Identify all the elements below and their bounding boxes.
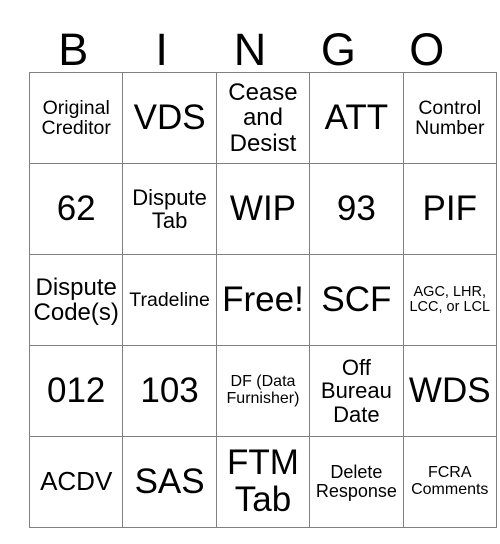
bingo-header-letter-i: I (117, 14, 205, 72)
bingo-cell-i4[interactable]: 103 (122, 345, 217, 437)
bingo-cell-n5[interactable]: FTM Tab (215, 436, 311, 528)
bingo-cell-text: Delete Response (315, 462, 397, 501)
bingo-cell-text: DF (Data Furnisher) (226, 373, 300, 407)
bingo-cell-text: Dispute Code(s) (33, 273, 119, 326)
bingo-row: ACDV SAS FTM Tab Delete Response FCRA Co… (28, 436, 497, 528)
bingo-cell-g2[interactable]: 93 (309, 163, 404, 255)
bingo-cell-o3[interactable]: AGC, LHR, LCC, or LCL (402, 254, 497, 346)
bingo-cell-o1[interactable]: Control Number (402, 72, 497, 164)
header-letter-text: I (155, 24, 168, 75)
bingo-cell-n1[interactable]: Cease and Desist (215, 72, 311, 164)
bingo-cell-text: Tradeline (129, 288, 210, 311)
bingo-cell-i5[interactable]: SAS (122, 436, 217, 528)
bingo-cell-g5[interactable]: Delete Response (309, 436, 404, 528)
bingo-cell-b2[interactable]: 62 (28, 163, 124, 255)
bingo-cell-o5[interactable]: FCRA Comments (402, 436, 497, 528)
bingo-cell-free-space[interactable]: Free! (215, 254, 311, 346)
bingo-cell-text: WDS (408, 370, 491, 410)
bingo-cell-text: SCF (321, 279, 392, 319)
bingo-cell-text: SAS (134, 461, 205, 501)
bingo-cell-text: 012 (46, 370, 106, 410)
bingo-row: 62 Dispute Tab WIP 93 PIF (28, 163, 497, 255)
bingo-cell-g4[interactable]: Off Bureau Date (309, 345, 404, 437)
bingo-cell-text: FCRA Comments (411, 464, 489, 498)
bingo-cell-text: Dispute Tab (132, 184, 207, 233)
bingo-cell-text: Free! (222, 279, 304, 319)
bingo-header-letter-o: O (383, 14, 471, 72)
bingo-cell-b3[interactable]: Dispute Code(s) (28, 254, 124, 346)
bingo-cell-o2[interactable]: PIF (402, 163, 497, 255)
bingo-cell-n2[interactable]: WIP (215, 163, 311, 255)
bingo-cell-b1[interactable]: Original Creditor (28, 72, 124, 164)
bingo-header-letter-b: B (29, 14, 117, 72)
bingo-cell-n4[interactable]: DF (Data Furnisher) (215, 345, 311, 437)
bingo-cell-text: VDS (133, 97, 206, 137)
bingo-row: Dispute Code(s) Tradeline Free! SCF AGC,… (28, 254, 497, 346)
bingo-cell-text: ATT (324, 97, 389, 137)
header-letter-text: O (409, 24, 445, 75)
bingo-cell-text: 62 (56, 188, 96, 228)
bingo-cell-g3[interactable]: SCF (309, 254, 404, 346)
bingo-cell-text: 93 (336, 188, 376, 228)
bingo-grid: Original Creditor VDS Cease and Desist A… (28, 72, 497, 528)
bingo-row: 012 103 DF (Data Furnisher) Off Bureau D… (28, 345, 497, 437)
bingo-cell-text: PIF (422, 188, 477, 228)
bingo-cell-b5[interactable]: ACDV (28, 436, 124, 528)
bingo-cell-text: WIP (229, 188, 297, 228)
bingo-row: Original Creditor VDS Cease and Desist A… (28, 72, 497, 164)
bingo-header-letter-g: G (294, 14, 382, 72)
bingo-cell-o4[interactable]: WDS (402, 345, 497, 437)
bingo-cell-b4[interactable]: 012 (28, 345, 124, 437)
bingo-cell-text: Original Creditor (41, 96, 111, 139)
bingo-cell-text: ACDV (40, 466, 113, 497)
bingo-cell-g1[interactable]: ATT (309, 72, 404, 164)
bingo-cell-text: Control Number (415, 96, 485, 139)
bingo-header-letter-n: N (206, 14, 294, 72)
bingo-header-row: B I N G O (29, 14, 471, 72)
header-letter-text: G (320, 24, 356, 75)
bingo-cell-i2[interactable]: Dispute Tab (122, 163, 217, 255)
bingo-cell-i3[interactable]: Tradeline (122, 254, 217, 346)
bingo-cell-text: Off Bureau Date (320, 355, 392, 427)
bingo-card: B I N G O Original Creditor VDS Cease an… (28, 14, 497, 528)
bingo-cell-text: AGC, LHR, LCC, or LCL (409, 283, 491, 315)
bingo-cell-text: 103 (140, 370, 199, 410)
bingo-cell-i1[interactable]: VDS (122, 72, 217, 164)
header-letter-text: B (58, 24, 89, 75)
header-letter-text: N (233, 24, 267, 75)
bingo-cell-text: FTM Tab (227, 443, 299, 519)
bingo-cell-text: Cease and Desist (228, 79, 298, 157)
